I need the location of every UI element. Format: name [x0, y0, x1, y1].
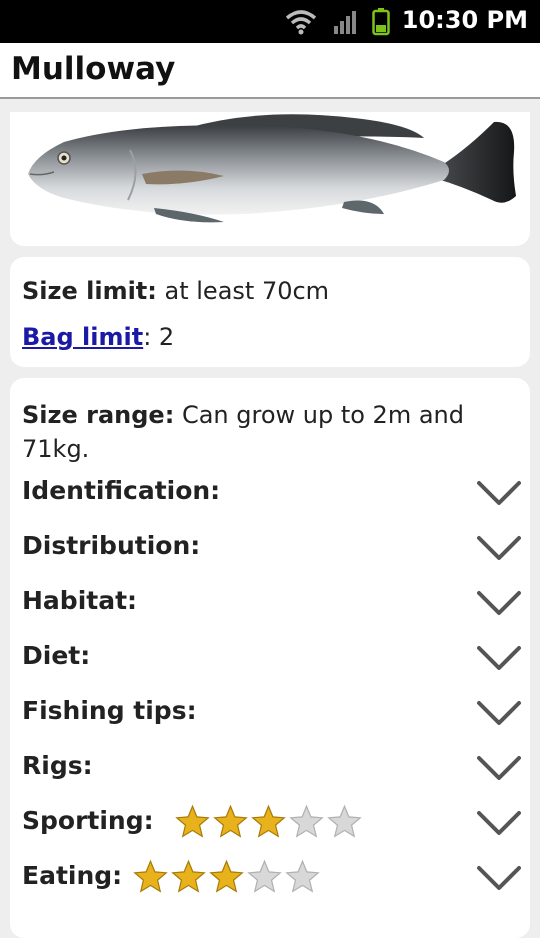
chevron-down-icon[interactable] — [476, 643, 522, 673]
fish-image — [28, 114, 516, 223]
wifi-icon — [285, 10, 317, 35]
bag-limit-row: Bag limit: 2 — [22, 323, 174, 351]
section-label: Fishing tips: — [22, 696, 197, 725]
chevron-down-icon[interactable] — [476, 698, 522, 728]
status-bar: 10:30 PM — [0, 0, 540, 43]
star-empty-icon — [327, 804, 362, 838]
size-range-label: Size range: — [22, 401, 175, 429]
section-row-identification[interactable]: Identification: — [22, 476, 522, 516]
signal-icon — [334, 11, 356, 34]
size-limit-row: Size limit: at least 70cm — [22, 277, 329, 305]
details-card: Size range: Can grow up to 2m and 71kg. … — [10, 378, 530, 938]
chevron-down-icon[interactable] — [476, 863, 522, 893]
bag-limit-link[interactable]: Bag limit — [22, 323, 143, 351]
page-title: Mulloway — [11, 51, 176, 87]
section-label: Habitat: — [22, 586, 138, 615]
star-filled-icon — [251, 804, 286, 838]
chevron-down-icon[interactable] — [476, 808, 522, 838]
section-label: Eating: — [22, 861, 123, 890]
section-row-rigs[interactable]: Rigs: — [22, 751, 522, 791]
star-filled-icon — [209, 859, 244, 893]
limits-card: Size limit: at least 70cm Bag limit: 2 — [10, 257, 530, 367]
chevron-down-icon[interactable] — [476, 753, 522, 783]
section-label: Sporting: — [22, 806, 154, 835]
section-row-sporting[interactable]: Sporting: — [22, 804, 522, 846]
section-row-habitat[interactable]: Habitat: — [22, 586, 522, 626]
star-filled-icon — [175, 804, 210, 838]
size-limit-value: at least 70cm — [164, 277, 330, 305]
section-row-fishing-tips[interactable]: Fishing tips: — [22, 696, 522, 736]
section-label: Diet: — [22, 641, 91, 670]
size-range-value-line1: Can grow up to 2m and — [181, 401, 464, 429]
chevron-down-icon[interactable] — [476, 533, 522, 563]
status-time: 10:30 PM — [401, 6, 528, 34]
title-bar: Mulloway — [0, 43, 540, 99]
star-empty-icon — [285, 859, 320, 893]
size-range-text: Size range: Can grow up to 2m and 71kg. — [22, 398, 464, 466]
size-limit-label: Size limit: — [22, 277, 157, 305]
section-row-eating[interactable]: Eating: — [22, 859, 522, 901]
rating-stars — [132, 859, 321, 895]
rating-stars — [174, 804, 363, 840]
section-label: Identification: — [22, 476, 221, 505]
star-empty-icon — [289, 804, 324, 838]
section-row-distribution[interactable]: Distribution: — [22, 531, 522, 571]
fish-image-card — [10, 112, 530, 246]
star-filled-icon — [213, 804, 248, 838]
bag-limit-value: : 2 — [143, 323, 175, 351]
chevron-down-icon[interactable] — [476, 588, 522, 618]
section-row-diet[interactable]: Diet: — [22, 641, 522, 681]
star-empty-icon — [247, 859, 282, 893]
size-range-value-line2: 71kg. — [22, 435, 90, 463]
star-filled-icon — [171, 859, 206, 893]
section-label: Distribution: — [22, 531, 201, 560]
battery-icon — [372, 8, 390, 36]
section-label: Rigs: — [22, 751, 93, 780]
chevron-down-icon[interactable] — [476, 478, 522, 508]
star-filled-icon — [133, 859, 168, 893]
